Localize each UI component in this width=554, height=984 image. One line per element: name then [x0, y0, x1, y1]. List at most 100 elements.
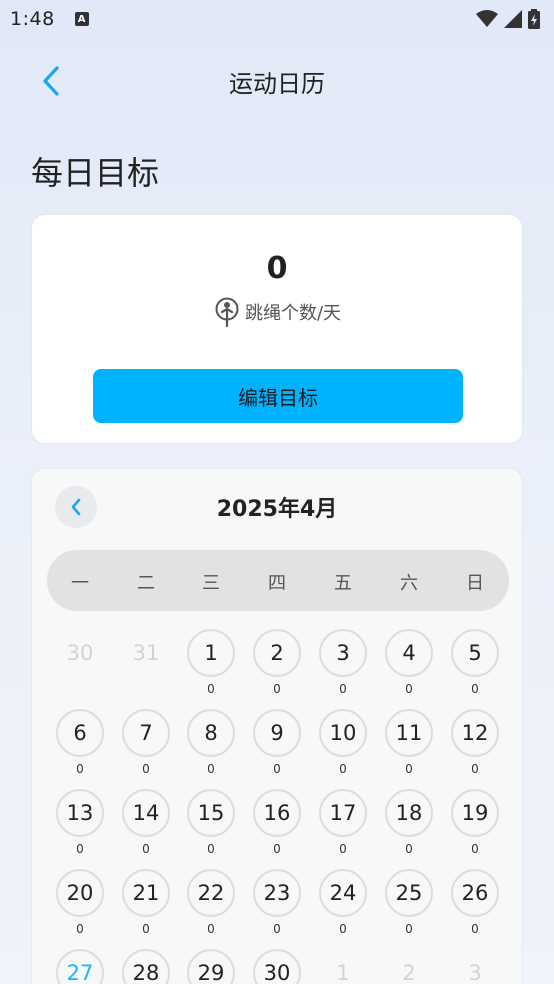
day-number: 30 [253, 949, 301, 984]
day-number: 10 [319, 709, 367, 757]
calendar-day[interactable]: 27 [47, 949, 113, 984]
calendar-day[interactable]: 30 [244, 949, 310, 984]
day-jump-count: 0 [273, 762, 281, 776]
weekday-tue: 二 [137, 573, 155, 594]
day-number: 2 [253, 629, 301, 677]
day-number: 3 [319, 629, 367, 677]
calendar-day[interactable]: 30 [310, 629, 376, 709]
calendar-day[interactable]: 31 [113, 629, 179, 709]
calendar-day[interactable]: 14 0 [113, 789, 179, 869]
calendar-day[interactable]: 15 0 [178, 789, 244, 869]
weekday-wed: 三 [202, 573, 220, 594]
calendar-day[interactable]: 80 [178, 709, 244, 789]
calendar-day[interactable]: 18 0 [376, 789, 442, 869]
day-number: 21 [122, 869, 170, 917]
calendar-day[interactable]: 13 0 [47, 789, 113, 869]
weekday-fri: 五 [334, 573, 352, 594]
calendar-day[interactable]: 16 0 [244, 789, 310, 869]
month-label: 2025年4月 [216, 497, 338, 522]
day-jump-count: 0 [405, 762, 413, 776]
edit-goal-button[interactable]: 编辑目标 [93, 369, 463, 423]
day-jump-count: 0 [273, 922, 281, 936]
weekday-header: 一 二 三 四 五 六 日 [47, 550, 509, 611]
calendar-day[interactable]: 1 [310, 949, 376, 984]
status-icons [476, 9, 540, 29]
calendar-day[interactable]: 50 [442, 629, 508, 709]
calendar-card: 2025年4月 一 二 三 四 五 六 日 30 31 1 0 2 0 3 0 4 0 5 0 6 0 7 0… [31, 468, 523, 984]
day-number: 9 [253, 709, 301, 757]
calendar-day[interactable]: 22 0 [178, 869, 244, 949]
day-number: 22 [187, 869, 235, 917]
calendar-day[interactable]: 10 [178, 629, 244, 709]
day-number: 1 [187, 629, 235, 677]
day-jump-count: 0 [471, 682, 479, 696]
day-jump-count: 0 [273, 682, 281, 696]
day-number: 24 [319, 869, 367, 917]
day-jump-count: 0 [471, 922, 479, 936]
day-jump-count: 0 [339, 682, 347, 696]
calendar-day[interactable]: 28 [113, 949, 179, 984]
weekday-mon: 一 [71, 573, 89, 594]
calendar-day[interactable]: 70 [113, 709, 179, 789]
calendar-day[interactable]: 26 0 [442, 869, 508, 949]
page-title: 运动日历 [229, 70, 325, 98]
day-jump-count: 0 [471, 842, 479, 856]
calendar-day[interactable]: 17 0 [310, 789, 376, 869]
calendar-day[interactable]: 21 0 [113, 869, 179, 949]
day-number: 17 [319, 789, 367, 837]
day-jump-count: 0 [405, 922, 413, 936]
calendar-day[interactable]: 40 [376, 629, 442, 709]
day-jump-count: 0 [339, 842, 347, 856]
day-number: 15 [187, 789, 235, 837]
day-jump-count: 0 [207, 842, 215, 856]
calendar-day[interactable]: 3 [442, 949, 508, 984]
day-number: 2 [402, 961, 416, 984]
goal-unit-label: 跳绳个数/天 [244, 303, 342, 324]
day-number: 20 [56, 869, 104, 917]
day-number: 26 [451, 869, 499, 917]
calendar-day[interactable]: 23 0 [244, 869, 310, 949]
calendar-day[interactable]: 60 [47, 709, 113, 789]
battery-icon [528, 9, 540, 29]
day-jump-count: 0 [76, 922, 84, 936]
day-jump-count: 0 [405, 842, 413, 856]
status-bar: 1:48 A [0, 0, 554, 38]
day-jump-count: 0 [207, 922, 215, 936]
calendar-day[interactable]: 25 0 [376, 869, 442, 949]
goal-value: 0 [266, 251, 288, 286]
calendar-day[interactable]: 29 [178, 949, 244, 984]
day-number: 29 [187, 949, 235, 984]
day-jump-count: 0 [207, 762, 215, 776]
day-jump-count: 0 [339, 762, 347, 776]
calendar-day[interactable]: 10 0 [310, 709, 376, 789]
calendar-day[interactable]: 20 0 [47, 869, 113, 949]
day-number: 12 [451, 709, 499, 757]
calendar-day[interactable]: 12 0 [442, 709, 508, 789]
calendar-day[interactable]: 19 0 [442, 789, 508, 869]
day-number: 14 [122, 789, 170, 837]
day-number: 31 [132, 641, 160, 665]
day-jump-count: 0 [76, 762, 84, 776]
calendar-day[interactable]: 24 0 [310, 869, 376, 949]
day-number: 19 [451, 789, 499, 837]
day-number: 27 [56, 949, 104, 984]
calendar-day[interactable]: 11 0 [376, 709, 442, 789]
day-number: 4 [385, 629, 433, 677]
day-number: 16 [253, 789, 301, 837]
day-jump-count: 0 [273, 842, 281, 856]
day-jump-count: 0 [405, 682, 413, 696]
day-number: 3 [468, 961, 482, 984]
day-jump-count: 0 [339, 922, 347, 936]
day-number: 6 [56, 709, 104, 757]
calendar-day[interactable]: 2 [376, 949, 442, 984]
day-jump-count: 0 [142, 922, 150, 936]
app-bar: 运动日历 [0, 52, 554, 108]
calendar-day[interactable]: 20 [244, 629, 310, 709]
signal-icon [504, 10, 522, 28]
jump-rope-person-icon [215, 297, 239, 327]
calendar-day[interactable]: 90 [244, 709, 310, 789]
day-jump-count: 0 [142, 842, 150, 856]
notification-icon: A [74, 12, 89, 26]
day-number: 5 [451, 629, 499, 677]
calendar-day[interactable]: 30 [47, 629, 113, 709]
